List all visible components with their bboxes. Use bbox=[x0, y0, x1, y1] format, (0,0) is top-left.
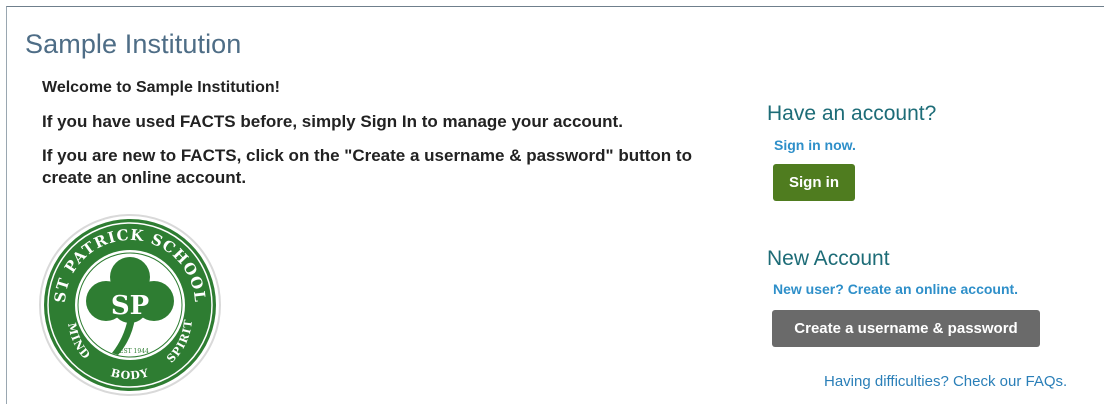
new-user-instructions: If you are new to FACTS, click on the "C… bbox=[42, 146, 692, 187]
new-account-heading: New Account bbox=[767, 247, 890, 270]
sign-in-now-link[interactable]: Sign in now. bbox=[774, 137, 856, 153]
page-title: Sample Institution bbox=[25, 29, 242, 59]
create-username-password-button[interactable]: Create a username & password bbox=[772, 310, 1040, 347]
logo-established: EST 1944 bbox=[119, 348, 149, 355]
welcome-heading: Welcome to Sample Institution! bbox=[42, 79, 280, 96]
welcome-text: Welcome to Sample Institution! If you ha… bbox=[42, 77, 742, 201]
school-logo: SP EST 1944 ST PATRICK SCHOOL MIND BODY … bbox=[38, 213, 222, 397]
faq-link[interactable]: Having difficulties? Check our FAQs. bbox=[824, 373, 1067, 390]
logo-monogram: SP bbox=[111, 291, 149, 321]
page-frame: Sample Institution Welcome to Sample Ins… bbox=[6, 6, 1104, 404]
create-account-link[interactable]: New user? Create an online account. bbox=[773, 281, 1018, 297]
have-account-heading: Have an account? bbox=[767, 102, 937, 125]
returning-user-instructions: If you have used FACTS before, simply Si… bbox=[42, 112, 623, 131]
sign-in-button[interactable]: Sign in bbox=[773, 164, 855, 201]
school-seal-icon: SP EST 1944 ST PATRICK SCHOOL MIND BODY … bbox=[39, 214, 221, 396]
